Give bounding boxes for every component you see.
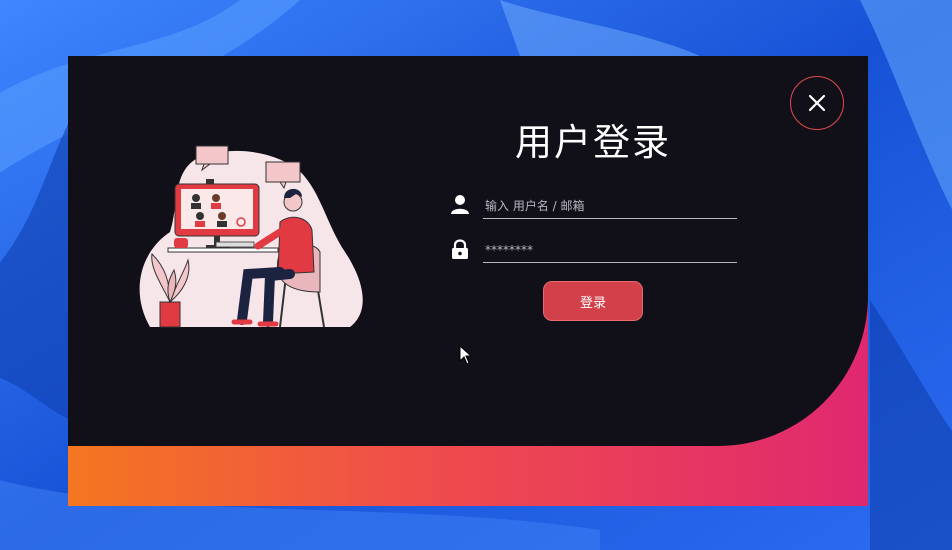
username-field-row: [450, 194, 737, 220]
password-field-row: [450, 238, 737, 264]
username-input[interactable]: [483, 194, 737, 219]
close-button[interactable]: [790, 76, 844, 130]
user-icon: [451, 195, 469, 214]
password-input[interactable]: [483, 238, 737, 263]
lock-icon: [452, 239, 468, 259]
video-call-illustration: [139, 145, 363, 328]
login-button[interactable]: 登录: [543, 281, 643, 321]
login-window: 用户登录 登录: [68, 56, 868, 506]
mouse-cursor-icon: [459, 345, 473, 365]
page-title: 用户登录: [515, 121, 671, 164]
close-icon: [808, 94, 826, 112]
